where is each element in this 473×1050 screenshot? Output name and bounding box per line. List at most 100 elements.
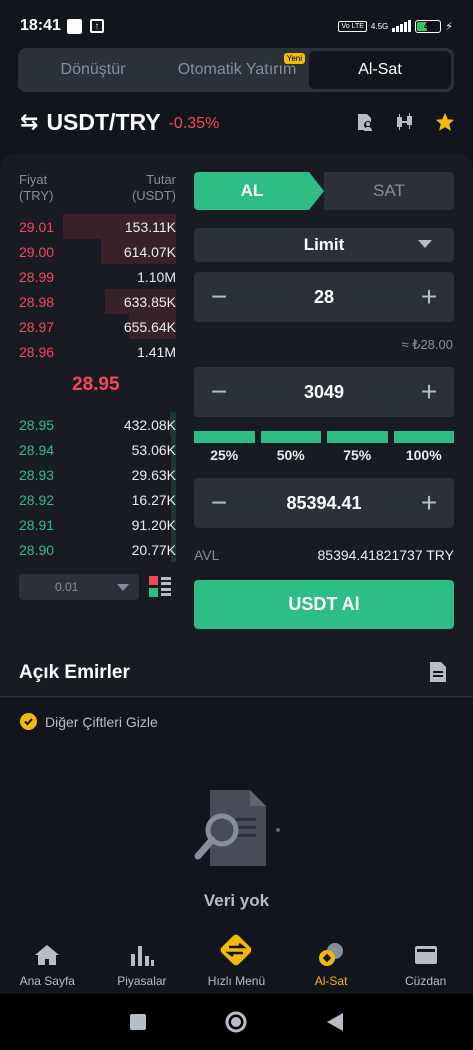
ask-row[interactable]: 28.96 1.41M xyxy=(19,339,176,364)
percentage-segment-100[interactable] xyxy=(393,431,454,443)
order-amount: 1.10M xyxy=(137,268,176,285)
amount-field[interactable]: − 3049 + xyxy=(194,367,454,417)
order-price: 28.95 xyxy=(19,416,55,433)
price-approx: ≈ ₺28.00 xyxy=(401,337,453,352)
orderbook-mid-price[interactable]: 28.95 xyxy=(72,374,120,396)
price-increase-button[interactable]: + xyxy=(404,283,454,311)
percentage-labels: 25% 50% 75% 100% xyxy=(194,447,454,463)
amount-input[interactable]: 3049 xyxy=(244,382,404,403)
order-amount: 20.77K xyxy=(131,541,176,558)
bid-row[interactable]: 28.90 20.77K xyxy=(19,537,176,562)
signal-icon xyxy=(392,20,412,32)
nav-trade[interactable]: Al-Sat xyxy=(284,930,379,994)
total-decrease-button[interactable]: − xyxy=(194,489,244,517)
percentage-label[interactable]: 50% xyxy=(261,447,322,463)
markets-icon xyxy=(127,940,157,970)
network-type: 4.5G xyxy=(370,21,389,31)
tab-trade-label: Al-Sat xyxy=(358,61,402,78)
percentage-slider[interactable] xyxy=(194,431,454,443)
order-price: 28.98 xyxy=(19,293,55,310)
back-icon[interactable] xyxy=(326,1012,344,1032)
order-price: 28.96 xyxy=(19,343,55,360)
order-price: 29.00 xyxy=(19,243,55,260)
amount-increase-button[interactable]: + xyxy=(404,378,454,406)
sell-tab[interactable]: SAT xyxy=(324,172,454,210)
order-amount: 91.20K xyxy=(131,516,176,533)
open-orders-title: Açık Emirler xyxy=(19,662,130,683)
total-field[interactable]: − 85394.41 + xyxy=(194,478,454,528)
price-decrease-button[interactable]: − xyxy=(194,283,244,311)
system-navigation xyxy=(0,994,473,1050)
amount-decrease-button[interactable]: − xyxy=(194,378,244,406)
bid-row[interactable]: 28.94 53.06K xyxy=(19,437,176,462)
price-column-header: Fiyat (TRY) xyxy=(19,172,53,204)
orderbook-mode-icon[interactable] xyxy=(149,576,171,598)
tab-auto-invest-label: Otomatik Yatırım xyxy=(177,61,297,78)
order-price: 28.97 xyxy=(19,318,55,335)
buy-usdt-button[interactable]: USDT Al xyxy=(194,580,454,629)
bid-row[interactable]: 28.91 91.20K xyxy=(19,512,176,537)
percentage-segment-25[interactable] xyxy=(194,431,255,443)
price-input[interactable]: 28 xyxy=(244,287,404,308)
amount-header-unit: (USDT) xyxy=(131,188,176,203)
divider xyxy=(0,696,473,697)
available-balance: AVL 85394.41821737 TRY xyxy=(194,547,454,563)
ask-row[interactable]: 28.97 655.64K xyxy=(19,314,176,339)
nav-trade-label: Al-Sat xyxy=(314,974,348,988)
battery-icon: 45 xyxy=(415,19,442,33)
charging-icon: ⚡ xyxy=(445,20,453,33)
percentage-segment-50[interactable] xyxy=(260,431,321,443)
pair-name[interactable]: USDT/TRY xyxy=(46,109,160,136)
battery-level: 45 xyxy=(423,21,433,31)
tab-auto-invest[interactable]: Otomatik Yatırım Yeni xyxy=(165,51,309,89)
order-amount: 432.08K xyxy=(123,416,176,433)
order-price: 28.93 xyxy=(19,466,55,483)
percentage-label[interactable]: 100% xyxy=(394,447,455,463)
hide-other-pairs-label: Diğer Çiftleri Gizle xyxy=(45,713,158,730)
order-amount: 633.85K xyxy=(123,293,176,310)
avl-value: 85394.41821737 TRY xyxy=(317,547,455,563)
checkbox-checked-icon[interactable] xyxy=(20,713,37,730)
order-amount: 16.27K xyxy=(131,491,176,508)
nav-markets[interactable]: Piyasalar xyxy=(95,930,190,994)
price-header-unit: (TRY) xyxy=(19,188,54,203)
buy-tab[interactable]: AL xyxy=(194,172,324,210)
percentage-segment-75[interactable] xyxy=(327,431,388,443)
empty-state-text: Veri yok xyxy=(203,891,270,910)
precision-value: 0.01 xyxy=(55,580,79,594)
nav-home[interactable]: Ana Sayfa xyxy=(0,930,95,994)
order-price: 28.99 xyxy=(19,268,55,285)
order-price: 29.01 xyxy=(19,218,55,235)
total-increase-button[interactable]: + xyxy=(404,489,454,517)
price-field[interactable]: − 28 + xyxy=(194,272,454,322)
total-input[interactable]: 85394.41 xyxy=(244,493,404,514)
pair-header: ⇆ USDT/TRY -0.35% xyxy=(20,104,456,140)
tab-trade[interactable]: Al-Sat xyxy=(309,51,451,89)
bid-row[interactable]: 28.92 16.27K xyxy=(19,487,176,512)
switch-pair-icon[interactable]: ⇆ xyxy=(20,109,38,135)
order-type-select[interactable]: Limit xyxy=(194,228,454,262)
recent-apps-icon[interactable] xyxy=(129,1013,147,1031)
hide-other-pairs-toggle[interactable]: Diğer Çiftleri Gizle xyxy=(20,713,158,730)
copy-trade-icon[interactable] xyxy=(354,111,376,133)
nav-quick-menu[interactable]: Hızlı Menü xyxy=(189,930,284,994)
avl-label: AVL xyxy=(194,547,220,563)
nav-home-label: Ana Sayfa xyxy=(19,974,75,988)
candlestick-chart-icon[interactable] xyxy=(394,111,416,133)
ask-row[interactable]: 29.01 153.11K xyxy=(19,214,176,239)
bid-row[interactable]: 28.95 432.08K xyxy=(19,412,176,437)
percentage-label[interactable]: 25% xyxy=(194,447,255,463)
ask-row[interactable]: 28.99 1.10M xyxy=(19,264,176,289)
nav-wallet[interactable]: Cüzdan xyxy=(378,930,473,994)
percentage-label[interactable]: 75% xyxy=(327,447,388,463)
tab-convert[interactable]: Dönüştür xyxy=(21,51,165,89)
bid-row[interactable]: 28.93 29.63K xyxy=(19,462,176,487)
ask-row[interactable]: 28.98 633.85K xyxy=(19,289,176,314)
home-button-icon[interactable] xyxy=(224,1010,248,1034)
ask-row[interactable]: 29.00 614.07K xyxy=(19,239,176,264)
favorite-star-icon[interactable] xyxy=(434,111,456,133)
precision-select[interactable]: 0.01 xyxy=(19,574,139,600)
order-history-icon[interactable] xyxy=(428,660,448,684)
order-amount: 1.41M xyxy=(137,343,176,360)
order-type-value: Limit xyxy=(303,235,345,254)
